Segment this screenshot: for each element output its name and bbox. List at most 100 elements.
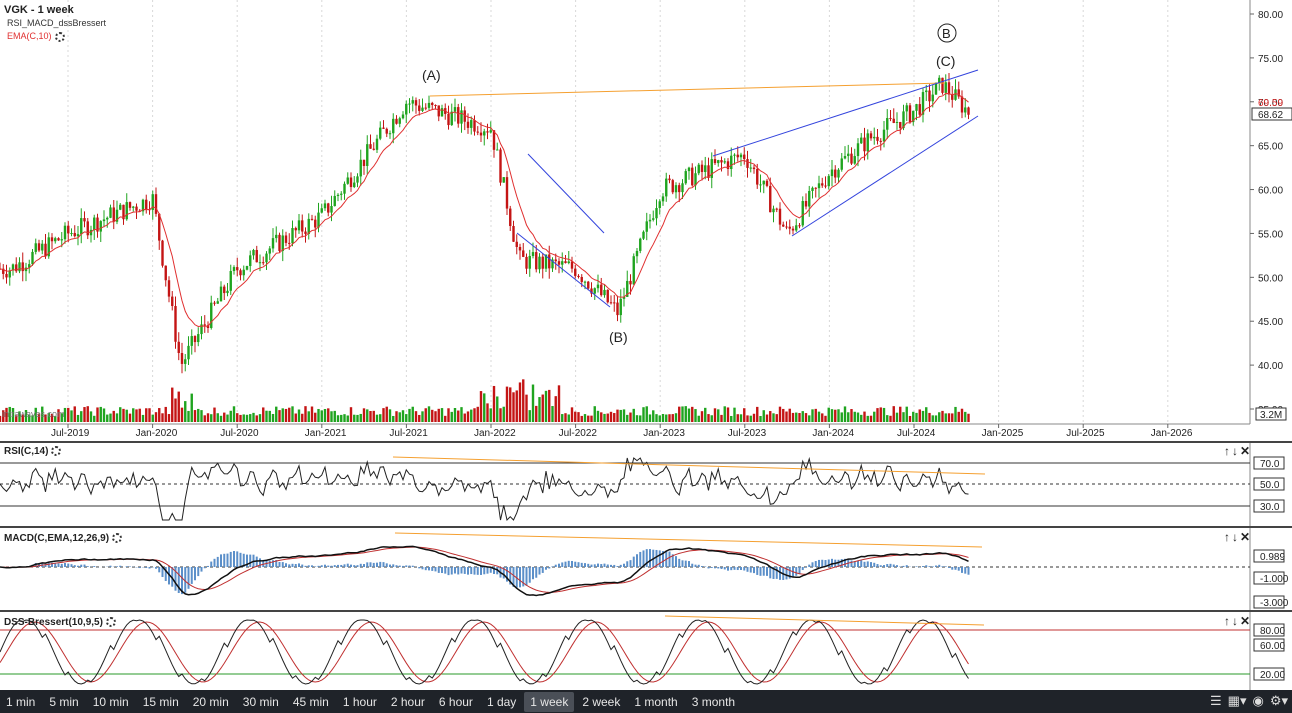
volume-bar [635,415,639,422]
axis-label: -3.000 [1260,598,1289,609]
ema-study-label[interactable]: EMA(C,10) [7,31,65,42]
gear-icon[interactable] [105,617,116,628]
volume-bar [720,414,723,422]
macd-histogram-bar [616,566,619,567]
gear-icon[interactable] [54,31,65,42]
chart-type-icon[interactable]: ▦▾ [1228,693,1247,709]
macd-histogram-bar [77,565,79,567]
gear-icon[interactable] [51,446,62,457]
candle-body [184,359,187,364]
volume-bar [89,411,93,422]
pane-separator[interactable] [0,526,1292,528]
timeframe-3-month[interactable]: 3 month [686,692,741,712]
volume-bar [141,414,145,422]
timeframe-1-hour[interactable]: 1 hour [337,692,383,712]
pane-separator[interactable] [0,610,1292,612]
macd-title[interactable]: MACD(C,EMA,12,26,9) [4,533,123,544]
dss-title[interactable]: DSS-Bressert(10,9,5) [4,617,116,628]
volume-bar [739,414,743,422]
timeframe-2-hour[interactable]: 2 hour [385,692,431,712]
volume-bar [567,414,570,422]
candle-body [687,167,691,172]
macd-histogram-bar [528,567,531,583]
candle-body [876,136,879,141]
volume-bar [385,406,388,422]
volume-bar [213,407,216,422]
gear-icon[interactable] [112,533,123,544]
timeframe-1-min[interactable]: 1 min [0,692,41,712]
candle-body [109,207,112,218]
time-tick-label: Jan-2020 [136,428,178,439]
timeframe-1-day[interactable]: 1 day [481,692,522,712]
volume-bar [622,409,626,422]
candle-body [583,281,587,283]
macd-pane[interactable]: 0.989 -1.000 -3.000 [0,528,1289,610]
volume-bar [772,413,775,422]
rsi-title[interactable]: RSI(C,14) [4,446,62,457]
macd-histogram-bar [402,565,404,567]
volume-bar [457,410,460,422]
macd-histogram-bar [707,567,710,569]
macd-histogram-bar [753,567,755,574]
macd-histogram-bar [675,556,677,567]
timeframe-1-month[interactable]: 1 month [628,692,683,712]
candle-body [392,118,395,134]
volume-bar [717,409,720,422]
volume-bar [619,409,622,422]
volume-bar [593,406,596,422]
candle-body [944,82,947,93]
candle-body [128,202,132,208]
volume-bar [265,410,268,422]
timeframe-1-week[interactable]: 1 week [524,691,575,712]
candle-body [37,243,41,251]
volume-bar [486,403,489,422]
rsi-pane[interactable]: 70.0 50.0 30.0 [0,443,1285,526]
timeframe-6-hour[interactable]: 6 hour [433,692,479,712]
candle-body [499,149,502,183]
timeframe-5-min[interactable]: 5 min [43,692,84,712]
eye-icon[interactable]: ◉ [1252,693,1263,709]
rsi-pane-controls[interactable]: ↑↓✕ [1224,444,1252,458]
dss-pane[interactable]: 80.00 60.00 20.00 [0,612,1285,690]
volume-bar [138,408,141,422]
macd-histogram-bar [476,567,479,575]
candle-body [41,243,44,251]
macd-histogram-bar [957,567,960,571]
volume-bar [648,414,652,422]
macd-histogram-bar [80,564,83,567]
menu-icon[interactable]: ☰ [1210,693,1222,709]
chart-canvas[interactable]: 80.0075.0070.0065.0060.0055.0050.0045.00… [0,0,1292,690]
candle-body [288,242,291,244]
volume-bar [658,415,661,422]
volume-bar [899,406,902,422]
volume-bar [200,410,203,422]
macd-pane-controls[interactable]: ↑↓✕ [1224,530,1252,544]
candle-body [840,158,843,170]
volume-bar [678,406,681,422]
timeframe-20-min[interactable]: 20 min [187,692,235,712]
volume-bar [671,414,674,422]
timeframe-45-min[interactable]: 45 min [287,692,335,712]
candle-body [873,136,876,139]
volume-bar [466,411,470,422]
volume-bar [782,408,785,422]
settings-icon[interactable]: ⚙▾ [1270,693,1288,709]
macd-histogram-bar [801,567,804,571]
price-pane[interactable] [0,0,1250,424]
timeframe-30-min[interactable]: 30 min [237,692,285,712]
macd-histogram-bar [138,567,141,569]
candle-body [655,208,658,219]
macd-histogram-bar [119,565,122,567]
timeframe-10-min[interactable]: 10 min [87,692,135,712]
volume-bar [788,408,791,422]
candle-body [223,286,226,294]
volume-bar [808,415,811,422]
pane-separator[interactable] [0,441,1292,443]
macd-histogram-bar [632,556,635,567]
timeframe-15-min[interactable]: 15 min [137,692,185,712]
macd-histogram-bar [278,562,281,567]
candle-body [457,107,460,124]
timeframe-2-week[interactable]: 2 week [576,692,626,712]
dss-pane-controls[interactable]: ↑↓✕ [1224,614,1252,628]
candle-body [704,165,707,172]
